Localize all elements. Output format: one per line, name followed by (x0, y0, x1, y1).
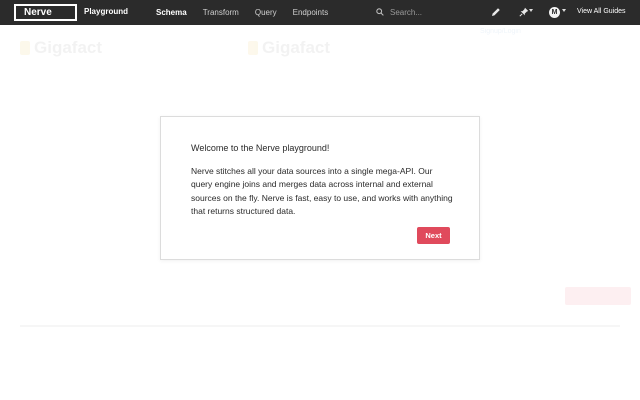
app-title[interactable]: Playground (84, 7, 128, 16)
tab-schema[interactable]: Schema (156, 0, 187, 25)
modal-title: Welcome to the Nerve playground! (191, 143, 330, 153)
view-all-guides-link[interactable]: View All Guides (577, 8, 626, 15)
top-nav-bar: Nerve Playground Schema Transform Query … (0, 0, 640, 25)
search-bar (376, 6, 466, 19)
pin-menu-chevron-down-icon[interactable] (529, 9, 533, 12)
next-button[interactable]: Next (417, 227, 450, 244)
search-input[interactable] (390, 6, 462, 19)
tab-endpoints[interactable]: Endpoints (293, 0, 329, 25)
modal-body: Nerve stitches all your data sources int… (191, 166, 453, 217)
user-menu-chevron-down-icon[interactable] (562, 9, 566, 12)
tab-transform[interactable]: Transform (203, 0, 239, 25)
nav-tabs: Schema Transform Query Endpoints (156, 0, 344, 25)
tab-query[interactable]: Query (255, 0, 277, 25)
welcome-modal: Welcome to the Nerve playground! Nerve s… (160, 116, 480, 260)
nerve-logo[interactable]: Nerve (14, 4, 77, 21)
search-icon (376, 8, 384, 16)
pencil-icon[interactable] (491, 7, 501, 17)
avatar[interactable]: M (549, 7, 560, 18)
pin-icon[interactable] (519, 7, 529, 17)
